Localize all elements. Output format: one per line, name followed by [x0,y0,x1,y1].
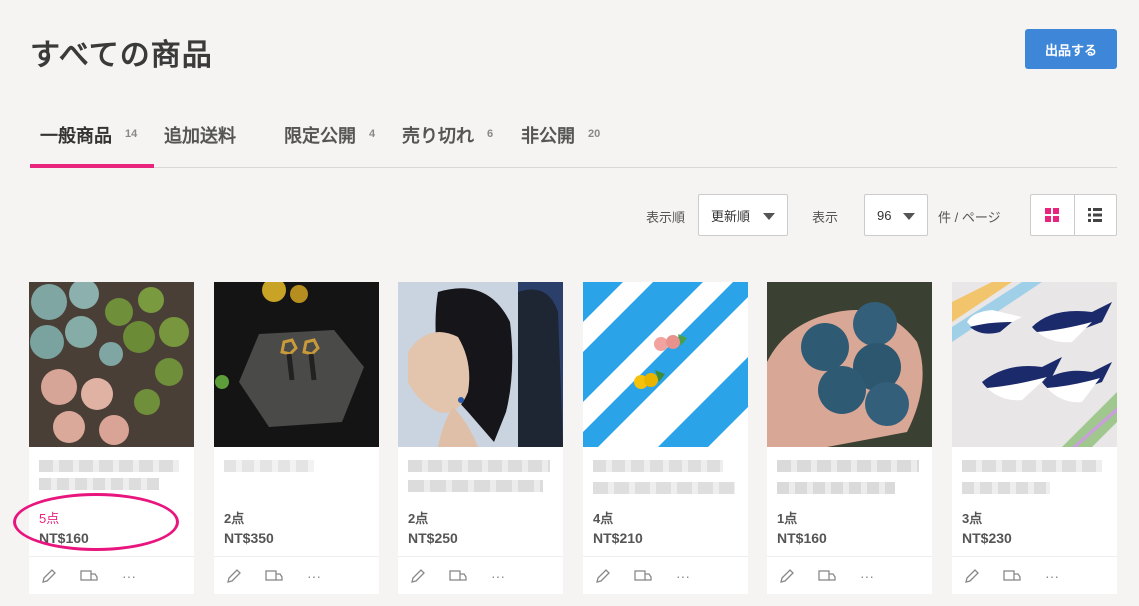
product-price: NT$350 [224,530,274,546]
tab-count: 4 [369,128,376,140]
sort-select[interactable]: 更新順 [698,194,788,236]
tab-count: 20 [588,128,601,140]
product-title-placeholder [962,482,1050,494]
more-icon[interactable]: ··· [673,566,693,586]
stock-count: 2点 [224,511,245,526]
sort-value: 更新順 [711,208,751,224]
product-card[interactable]: 2点 NT$250 ··· [398,282,563,594]
more-icon[interactable]: ··· [119,566,139,586]
grid-view-button[interactable] [1031,195,1074,235]
product-title-placeholder [777,482,895,494]
product-title-placeholder [408,460,550,472]
product-card[interactable]: 1点 NT$160 ··· [767,282,932,594]
tab-label: 追加送料 [164,126,236,146]
more-icon[interactable]: ··· [304,566,324,586]
view-toggle [1030,194,1117,236]
tab-label: 売り切れ [402,126,474,146]
shipping-icon[interactable] [79,566,99,586]
card-actions: ··· [398,556,563,594]
tab-count: 14 [125,128,138,140]
list-item-button[interactable]: 出品する [1025,29,1117,69]
chevron-down-icon [763,213,775,220]
per-page-select[interactable]: 96 [864,194,928,236]
shipping-icon[interactable] [264,566,284,586]
active-tab-indicator [30,164,154,168]
product-image [583,282,748,447]
tab-limited[interactable]: 限定公開 4 [284,114,375,167]
stock-count: 4点 [593,511,614,526]
tab-extra-shipping[interactable]: 追加送料 [164,114,236,167]
stock-count: 2点 [408,511,429,526]
tab-private[interactable]: 非公開 20 [521,114,600,167]
product-title-placeholder [593,482,735,494]
product-title-placeholder [593,460,723,472]
product-image [767,282,932,447]
tab-count: 6 [487,128,494,140]
grid-icon [1045,208,1060,222]
product-image [214,282,379,447]
product-card[interactable]: 3点 NT$230 ··· [952,282,1117,594]
product-title-placeholder [962,460,1102,472]
more-icon[interactable]: ··· [488,566,508,586]
page-title: すべての商品 [30,39,213,72]
pencil-icon[interactable] [777,566,797,586]
per-page-label: 表示 [812,210,839,225]
tab-label: 限定公開 [284,126,356,146]
shipping-icon[interactable] [448,566,468,586]
product-price: NT$160 [777,530,827,546]
sort-label: 表示順 [646,210,686,225]
list-view-button[interactable] [1073,195,1117,235]
pencil-icon[interactable] [593,566,613,586]
card-actions: ··· [214,556,379,594]
stock-count: 1点 [777,511,798,526]
card-actions: ··· [29,556,194,594]
product-title-placeholder [39,478,159,490]
stock-count: 3点 [962,511,983,526]
product-title-placeholder [777,460,919,472]
product-image [398,282,563,447]
shipping-icon[interactable] [633,566,653,586]
product-card[interactable]: 2点 NT$350 ··· [214,282,379,594]
pencil-icon[interactable] [962,566,982,586]
tab-label: 非公開 [521,126,575,146]
list-icon [1088,208,1103,222]
tab-label: 一般商品 [40,126,112,146]
card-actions: ··· [767,556,932,594]
product-price: NT$230 [962,530,1012,546]
per-page-value: 96 [877,207,892,223]
product-tabs: 一般商品 14 追加送料 限定公開 4 売り切れ 6 非公開 20 [30,114,1117,168]
chevron-down-icon [903,213,915,220]
more-icon[interactable]: ··· [1042,566,1062,586]
product-image [952,282,1117,447]
tab-sold-out[interactable]: 売り切れ 6 [402,114,493,167]
product-card[interactable]: 4点 NT$210 ··· [583,282,748,594]
more-icon[interactable]: ··· [857,566,877,586]
product-price: NT$210 [593,530,643,546]
pencil-icon[interactable] [408,566,428,586]
tab-general[interactable]: 一般商品 14 [40,114,137,167]
product-title-placeholder [408,480,543,492]
shipping-icon[interactable] [1002,566,1022,586]
product-price: NT$250 [408,530,458,546]
per-page-suffix: 件 / ページ [938,210,1001,225]
annotation-circle [13,493,179,551]
pencil-icon[interactable] [39,566,59,586]
product-image [29,282,194,447]
card-actions: ··· [583,556,748,594]
shipping-icon[interactable] [817,566,837,586]
pencil-icon[interactable] [224,566,244,586]
product-title-placeholder [39,460,179,472]
product-title-placeholder [224,460,314,472]
card-actions: ··· [952,556,1117,594]
